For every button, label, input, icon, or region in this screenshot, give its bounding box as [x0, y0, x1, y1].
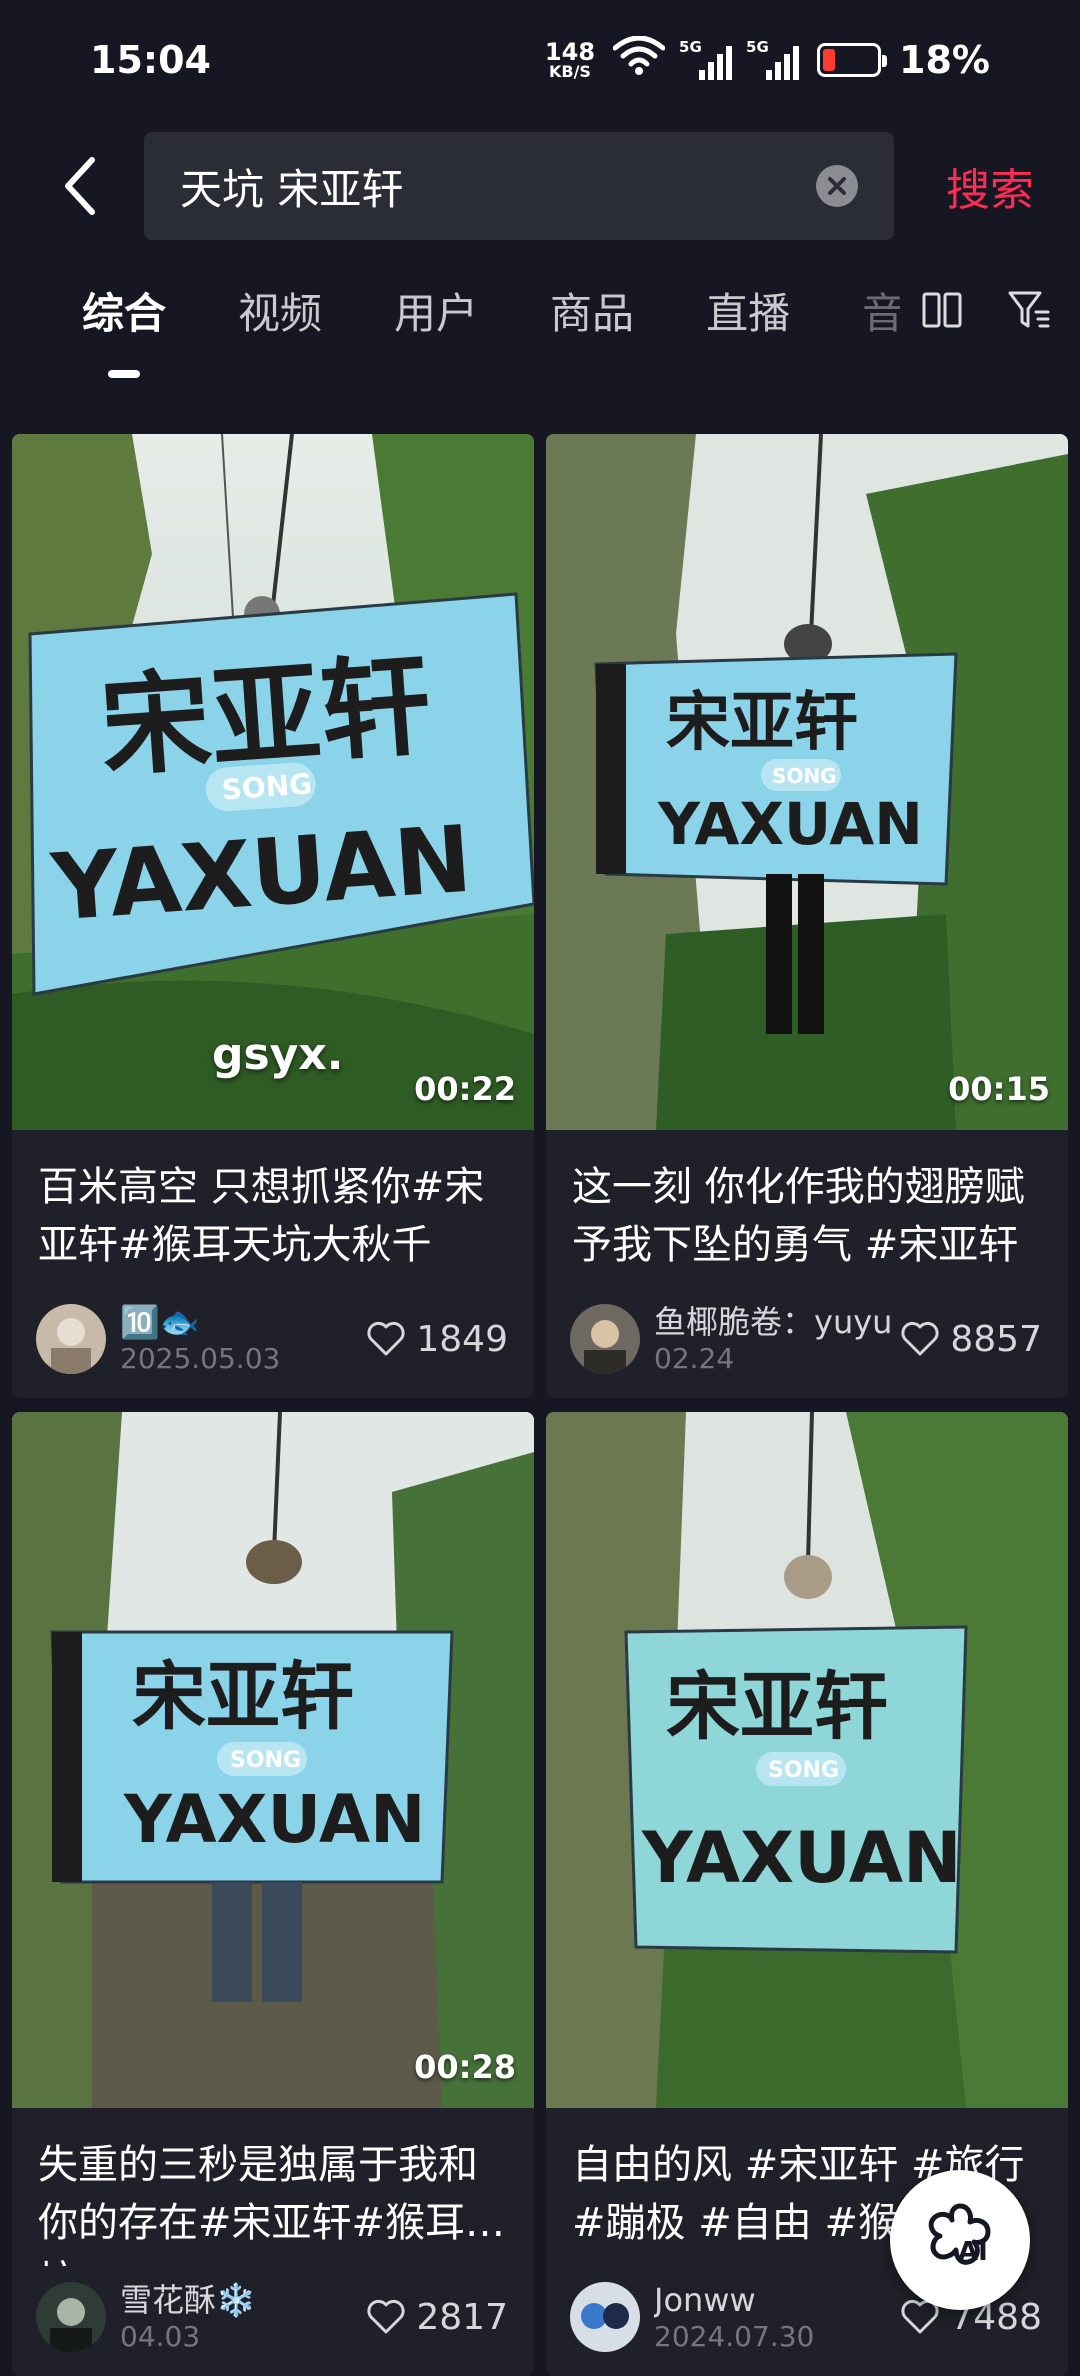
avatar[interactable] — [570, 1304, 640, 1374]
author-name[interactable]: 🔟🐟 — [120, 1302, 366, 1342]
video-title: 这一刻 你化作我的翅膀赋予我下坠的勇气 #宋亚轩 — [572, 1164, 1025, 1268]
svg-text:宋亚轩: 宋亚轩 — [132, 1654, 354, 1740]
svg-text:AI: AI — [958, 2237, 988, 2267]
search-bar: 天坑 宋亚轩 搜索 — [0, 132, 1080, 240]
chevron-left-icon — [65, 157, 95, 215]
search-query: 天坑 宋亚轩 — [180, 164, 404, 214]
battery-percent: 18% — [899, 38, 990, 82]
video-duration: 00:28 — [414, 2048, 516, 2086]
search-input[interactable]: 天坑 宋亚轩 — [144, 132, 894, 240]
author-name[interactable]: Jonww — [654, 2280, 900, 2320]
search-button[interactable]: 搜索 — [946, 154, 1034, 218]
svg-text:宋亚轩: 宋亚轩 — [666, 686, 858, 760]
like-count[interactable]: 1849 — [366, 1319, 508, 1360]
video-thumbnail[interactable]: 宋亚轩 SONG YAXUAN — [546, 1412, 1068, 2108]
filter-icon[interactable] — [1008, 290, 1050, 334]
tab-products[interactable]: 商品 — [550, 280, 634, 360]
video-thumbnail[interactable]: 宋亚轩 SONG YAXUAN 00:28 — [12, 1412, 534, 2108]
ai-sparkle-icon: AI — [928, 2203, 991, 2267]
video-card[interactable]: 宋亚轩 SONG YAXUAN 00:15 这一刻 你化作我的翅膀赋予我下坠的勇… — [546, 434, 1068, 1398]
tab-live[interactable]: 直播 — [706, 280, 790, 360]
ai-assistant-button[interactable]: AI — [890, 2170, 1030, 2310]
author-name[interactable]: 鱼椰脆卷：yuyu — [654, 1302, 900, 1342]
thumbnail-caption: gsyx. — [212, 1029, 344, 1080]
svg-text:SONG: SONG — [230, 1748, 301, 1773]
avatar[interactable] — [570, 2282, 640, 2352]
video-duration: 00:15 — [948, 1070, 1050, 1108]
battery-icon — [817, 43, 888, 77]
like-count[interactable]: 8857 — [900, 1319, 1042, 1360]
svg-text:SONG: SONG — [221, 767, 313, 806]
video-thumbnail[interactable]: 宋亚轩 SONG YAXUAN 00:15 — [546, 434, 1068, 1130]
close-icon — [828, 177, 846, 195]
wifi-icon — [612, 35, 666, 85]
network-speed: 148 KB/S — [544, 38, 596, 81]
avatar[interactable] — [36, 1304, 106, 1374]
tab-users[interactable]: 用户 — [394, 280, 478, 360]
svg-text:YAXUAN: YAXUAN — [123, 1781, 425, 1858]
svg-text:YAXUAN: YAXUAN — [657, 790, 923, 858]
like-count[interactable]: 2817 — [366, 2297, 508, 2338]
post-date: 2025.05.03 — [120, 1342, 281, 1375]
cell-signal-2-icon: 5G — [746, 38, 800, 80]
results-grid: 宋亚轩 SONG YAXUAN gsyx. 00:22 百米高空 只想抓紧你#宋… — [12, 434, 1068, 2376]
heart-icon — [901, 1321, 939, 1356]
cell-signal-1-icon: 5G — [679, 38, 733, 80]
svg-text:SONG: SONG — [768, 1758, 839, 1783]
video-card[interactable]: 宋亚轩 SONG YAXUAN gsyx. 00:22 百米高空 只想抓紧你#宋… — [12, 434, 534, 1398]
category-tabs: 综合 视频 用户 商品 直播 音 — [0, 280, 1080, 400]
author-name[interactable]: 雪花酥❄️ — [120, 2280, 366, 2320]
post-date: 2024.07.30 — [654, 2320, 815, 2353]
svg-text:SONG: SONG — [772, 764, 837, 788]
video-thumbnail[interactable]: 宋亚轩 SONG YAXUAN gsyx. 00:22 — [12, 434, 534, 1130]
back-button[interactable] — [40, 146, 120, 226]
svg-text:宋亚轩: 宋亚轩 — [666, 1664, 888, 1750]
tab-videos[interactable]: 视频 — [238, 280, 322, 360]
tab-music[interactable]: 音 — [862, 280, 900, 360]
layout-toggle-icon[interactable] — [922, 292, 962, 332]
svg-text:YAXUAN: YAXUAN — [641, 1817, 962, 1899]
video-card[interactable]: 宋亚轩 SONG YAXUAN 00:28 失重的三秒是独属于我和你的存在#宋亚… — [12, 1412, 534, 2376]
heart-icon — [367, 1321, 405, 1356]
video-duration: 00:22 — [414, 1070, 516, 1108]
clock: 15:04 — [90, 38, 211, 82]
tab-comprehensive[interactable]: 综合 — [82, 280, 166, 360]
post-date: 04.03 — [120, 2320, 201, 2353]
heart-icon — [367, 2299, 405, 2334]
clear-search-button[interactable] — [816, 165, 858, 207]
avatar[interactable] — [36, 2282, 106, 2352]
video-title: 百米高空 只想抓紧你#宋亚轩#猴耳天坑大秋千 — [38, 1164, 485, 1268]
video-title: 失重的三秒是独属于我和你的存在#宋亚轩#猴耳天坑 — [38, 2142, 506, 2266]
status-bar: 15:04 148 KB/S 5G 5G 18% — [0, 0, 1080, 120]
post-date: 02.24 — [654, 1342, 735, 1375]
